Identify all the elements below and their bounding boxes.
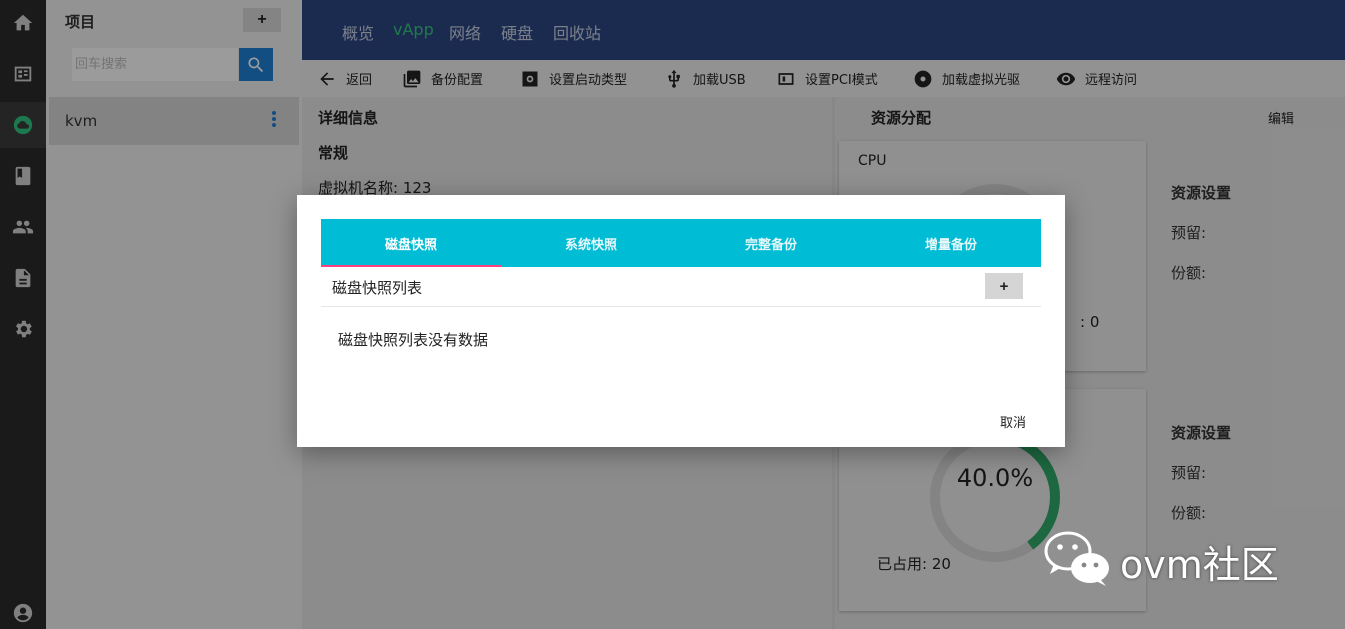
cancel-button[interactable]: 取消 — [985, 405, 1041, 437]
active-tab-indicator — [321, 265, 501, 267]
add-snapshot-button[interactable]: + — [985, 273, 1023, 299]
tab-system-snapshot[interactable]: 系统快照 — [501, 219, 681, 267]
wechat-logo-icon — [1044, 531, 1109, 586]
tab-full-backup[interactable]: 完整备份 — [681, 219, 861, 267]
watermark: ovm社区 — [1042, 526, 1302, 590]
watermark-text: ovm社区 — [1120, 543, 1279, 587]
tab-incremental-backup[interactable]: 增量备份 — [861, 219, 1041, 267]
dialog-tabs: 磁盘快照 系统快照 完整备份 增量备份 — [321, 219, 1041, 267]
divider — [321, 306, 1041, 307]
empty-state-text: 磁盘快照列表没有数据 — [338, 331, 489, 349]
snapshot-dialog: 磁盘快照 系统快照 完整备份 增量备份 磁盘快照列表 + 磁盘快照列表没有数据 … — [297, 195, 1065, 447]
snapshot-list-title: 磁盘快照列表 — [332, 279, 423, 297]
tab-disk-snapshot[interactable]: 磁盘快照 — [321, 219, 501, 267]
